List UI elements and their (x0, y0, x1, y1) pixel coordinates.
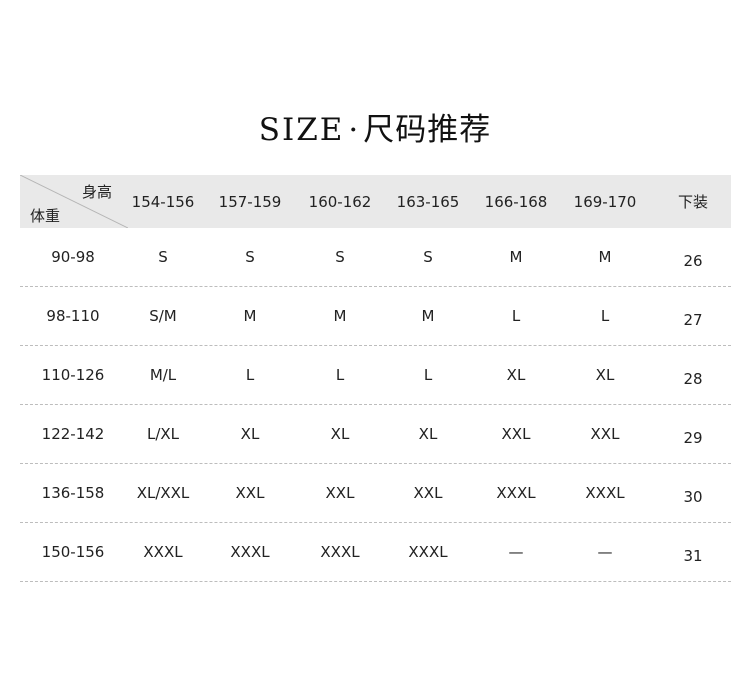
size-cell: S (158, 248, 168, 266)
weight-axis-label: 体重 (30, 207, 61, 225)
header-height-range: 160-162 (308, 192, 372, 211)
header-height-range: 154-156 (131, 192, 195, 211)
header-height-range: 169-170 (573, 192, 637, 211)
title-separator: · (348, 112, 360, 148)
size-cell: L (245, 366, 255, 384)
table-row: 122-142 L/XL XL XL XL XXL XXL 29 (20, 405, 731, 464)
size-cell: L/XL (146, 425, 180, 443)
size-cell: XXXL (408, 543, 448, 561)
weight-range: 110-126 (41, 366, 105, 384)
weight-range: 122-142 (41, 425, 105, 443)
size-cell: XXL (501, 425, 531, 443)
size-cell: XXXL (496, 484, 536, 502)
size-cell: — (597, 543, 613, 561)
weight-range: 136-158 (41, 484, 105, 502)
corner-cell: 身高 体重 (20, 175, 128, 228)
size-cell: M (333, 307, 347, 325)
size-cell: S (335, 248, 345, 266)
height-axis-label: 身高 (81, 183, 112, 201)
header-height-range: 166-168 (484, 192, 548, 211)
size-cell: XL (240, 425, 260, 443)
size-cell: XXXL (320, 543, 360, 561)
bottom-size-cell: 28 (683, 370, 703, 388)
size-cell: M/L (149, 366, 177, 384)
size-cell: XXL (235, 484, 265, 502)
size-cell: L (423, 366, 433, 384)
size-cell: XL (330, 425, 350, 443)
size-cell: XL (595, 366, 615, 384)
table-row: 136-158 XL/XXL XXL XXL XXL XXXL XXXL 30 (20, 464, 731, 523)
header-height-range: 163-165 (396, 192, 460, 211)
size-cell: S/M (149, 307, 177, 325)
header-height-range: 157-159 (218, 192, 282, 211)
size-cell: XXXL (143, 543, 183, 561)
size-cell: — (508, 543, 524, 561)
header-bottom-size: 下装 (677, 193, 708, 211)
size-cell: M (243, 307, 257, 325)
size-cell: M (598, 248, 612, 266)
size-cell: XXL (413, 484, 443, 502)
weight-range: 90-98 (51, 248, 95, 266)
title-chinese: 尺码推荐 (363, 112, 492, 148)
size-cell: S (423, 248, 433, 266)
bottom-size-cell: 27 (683, 311, 703, 329)
title-latin: SIZE (258, 112, 345, 148)
size-cell: L (600, 307, 610, 325)
size-cell: XL (506, 366, 526, 384)
size-cell: L (335, 366, 345, 384)
size-cell: M (509, 248, 523, 266)
table-header: 身高 体重 154-156 157-159 160-162 163-165 166-16… (20, 175, 731, 228)
weight-range: 150-156 (41, 543, 105, 561)
size-cell: XL/XXL (136, 484, 190, 502)
size-cell: XXL (325, 484, 355, 502)
page-title: SIZE · 尺码推荐 (0, 104, 750, 149)
table-row: 110-126 M/L L L L XL XL 28 (20, 346, 731, 405)
bottom-size-cell: 29 (683, 429, 703, 447)
size-table: 身高 体重 154-156 157-159 160-162 163-165 166-16… (20, 175, 731, 582)
weight-range: 98-110 (46, 307, 100, 325)
size-cell: S (245, 248, 255, 266)
size-cell: XXXL (230, 543, 270, 561)
bottom-size-cell: 30 (683, 488, 703, 506)
size-cell: M (421, 307, 435, 325)
table-row: 90-98 S S S S M M 26 (20, 228, 731, 287)
bottom-size-cell: 26 (683, 252, 703, 270)
table-row: 98-110 S/M M M M L L 27 (20, 287, 731, 346)
size-cell: XXL (590, 425, 620, 443)
size-cell: XL (418, 425, 438, 443)
size-cell: L (511, 307, 521, 325)
bottom-size-cell: 31 (683, 547, 703, 565)
size-cell: XXXL (585, 484, 625, 502)
table-row: 150-156 XXXL XXXL XXXL XXXL — — 31 (20, 523, 731, 582)
